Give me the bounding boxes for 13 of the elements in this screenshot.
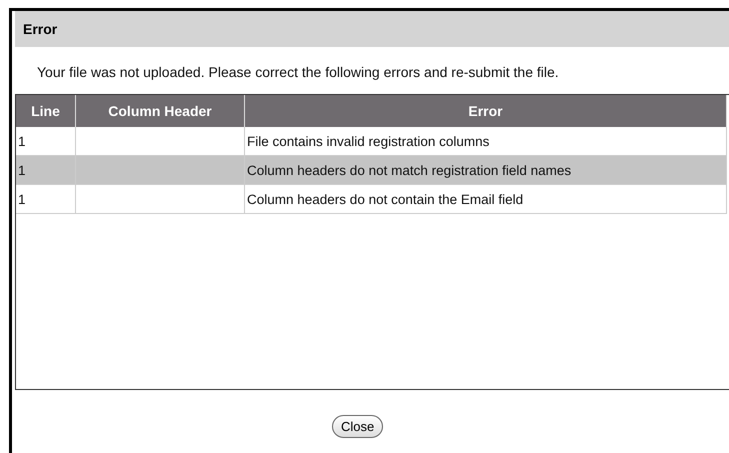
error-message: Your file was not uploaded. Please correct the following errors and re-submit the file. [36,63,560,82]
dialog-title: Error [23,21,58,37]
column-header[interactable]: Error [244,95,726,127]
table-row[interactable]: 1 Column headers do not contain the Email field [16,184,726,214]
line-number: 1 [18,134,26,148]
error-text: Column headers do not contain the Email field [247,192,524,206]
column-header[interactable]: Line [16,95,76,127]
line-number: 1 [18,162,26,178]
error-text: File contains invalid registration columns [247,134,490,148]
close-button[interactable]: Close [332,415,384,438]
column-header[interactable]: Column Header [76,95,244,127]
line-number: 1 [18,192,26,206]
error-text: Column headers do not match registration field names [247,162,572,178]
